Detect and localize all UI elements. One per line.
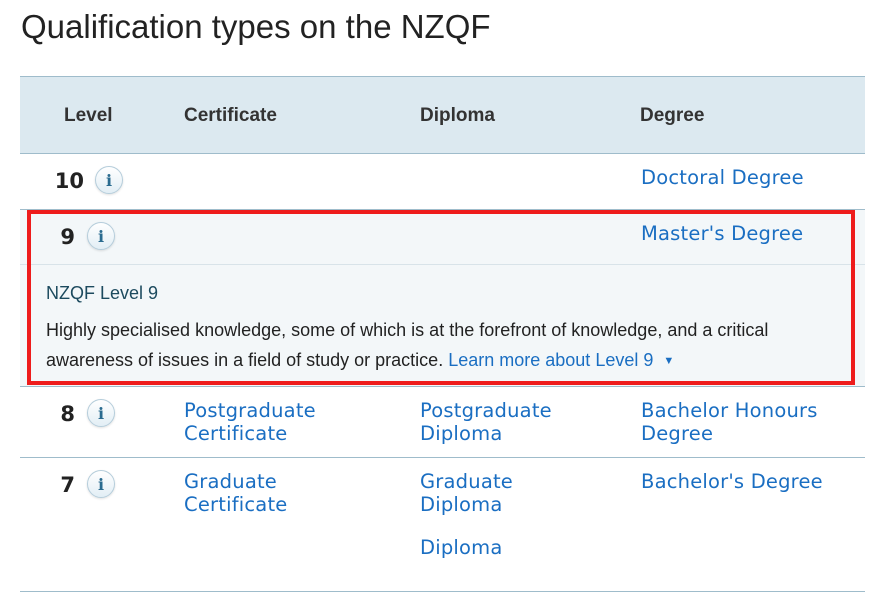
graduate-certificate-link[interactable]: Graduate Certificate (184, 470, 344, 516)
table-row-expanded: 9 i Master's Degree NZQF Level 9 Highly … (20, 210, 865, 387)
learn-more-link[interactable]: Learn more about Level 9 ▼ (448, 350, 674, 370)
level-detail-heading: NZQF Level 9 (46, 283, 159, 303)
level-detail-description: Highly specialised knowledge, some of wh… (46, 315, 836, 376)
caret-down-icon: ▼ (663, 355, 675, 367)
info-icon[interactable]: i (87, 222, 115, 250)
level-number: 7 (60, 473, 75, 497)
bachelors-degree-link[interactable]: Bachelor's Degree (641, 470, 823, 493)
doctoral-degree-link[interactable]: Doctoral Degree (641, 166, 804, 189)
qualification-table: Level Certificate Diploma Degree 10 i Do… (20, 76, 865, 592)
table-row: 10 i Doctoral Degree (20, 154, 865, 210)
page-title: Qualification types on the NZQF (21, 8, 491, 45)
postgraduate-certificate-link[interactable]: Postgraduate Certificate (184, 399, 364, 445)
header-diploma: Diploma (420, 105, 495, 126)
header-certificate: Certificate (184, 105, 277, 126)
table-header: Level Certificate Diploma Degree (20, 76, 865, 154)
header-level: Level (64, 105, 113, 126)
level-number: 10 (54, 169, 84, 193)
header-degree: Degree (640, 105, 705, 126)
bachelor-honours-degree-link[interactable]: Bachelor Honours Degree (641, 399, 841, 445)
postgraduate-diploma-link[interactable]: Postgraduate Diploma (420, 399, 580, 445)
level-number: 9 (60, 225, 75, 249)
info-icon[interactable]: i (95, 166, 123, 194)
graduate-diploma-link[interactable]: Graduate Diploma (420, 470, 550, 516)
info-icon[interactable]: i (87, 399, 115, 427)
masters-degree-link[interactable]: Master's Degree (641, 222, 803, 245)
diploma-link[interactable]: Diploma (420, 536, 503, 559)
level-number: 8 (60, 402, 75, 426)
info-icon[interactable]: i (87, 470, 115, 498)
learn-more-label: Learn more about Level 9 (448, 350, 654, 370)
table-row: 7 i Graduate Certificate Graduate Diplom… (20, 458, 865, 592)
divider (20, 264, 865, 265)
table-row: 8 i Postgraduate Certificate Postgraduat… (20, 387, 865, 458)
